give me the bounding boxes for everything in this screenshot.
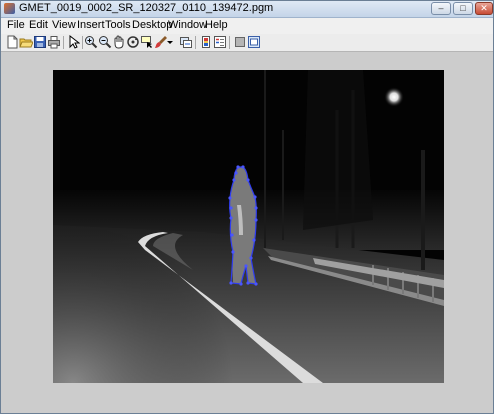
title-bar[interactable]: GMET_0019_0002_SR_120327_0110_139472.pgm…: [1, 1, 493, 18]
open-file-icon[interactable]: [19, 35, 33, 49]
figure-window: GMET_0019_0002_SR_120327_0110_139472.pgm…: [0, 0, 494, 414]
close-button[interactable]: ✕: [475, 2, 493, 15]
menu-edit[interactable]: Edit: [29, 19, 48, 31]
menu-tools[interactable]: Tools: [105, 19, 131, 31]
toolbar-separator: [63, 36, 64, 49]
toolbar-separator: [195, 36, 196, 49]
menu-help[interactable]: Help: [205, 19, 228, 31]
menu-bar: File Edit View Insert Tools Desktop Wind…: [1, 18, 493, 34]
insert-colorbar-icon[interactable]: [199, 35, 213, 49]
matlab-icon: [4, 3, 15, 14]
window-title: GMET_0019_0002_SR_120327_0110_139472.pgm: [19, 2, 274, 14]
menu-desktop[interactable]: Desktop: [132, 19, 172, 31]
menu-view[interactable]: View: [52, 19, 76, 31]
link-plot-icon[interactable]: [179, 35, 193, 49]
maximize-button[interactable]: □: [453, 2, 473, 15]
menu-insert[interactable]: Insert: [77, 19, 105, 31]
save-icon[interactable]: [33, 35, 47, 49]
zoom-in-icon[interactable]: [84, 35, 98, 49]
select-arrow-icon[interactable]: [66, 35, 80, 49]
toolbar-separator: [229, 36, 230, 49]
image-axes[interactable]: [53, 70, 444, 383]
menu-window[interactable]: Window: [168, 19, 207, 31]
hide-plot-tools-icon[interactable]: [233, 35, 247, 49]
minimize-button[interactable]: –: [431, 2, 451, 15]
pan-icon[interactable]: [112, 35, 126, 49]
brush-dropdown-icon[interactable]: [167, 35, 173, 49]
zoom-out-icon[interactable]: [98, 35, 112, 49]
figure-toolbar: [1, 34, 493, 52]
print-icon[interactable]: [47, 35, 61, 49]
brush-icon[interactable]: [154, 35, 168, 49]
menu-file[interactable]: File: [7, 19, 25, 31]
insert-legend-icon[interactable]: [213, 35, 227, 49]
rotate-3d-icon[interactable]: [126, 35, 140, 49]
infrared-image: [53, 70, 444, 383]
toolbar-separator: [82, 36, 83, 49]
data-cursor-icon[interactable]: [140, 35, 154, 49]
show-plot-tools-icon[interactable]: [247, 35, 261, 49]
new-figure-icon[interactable]: [5, 35, 19, 49]
